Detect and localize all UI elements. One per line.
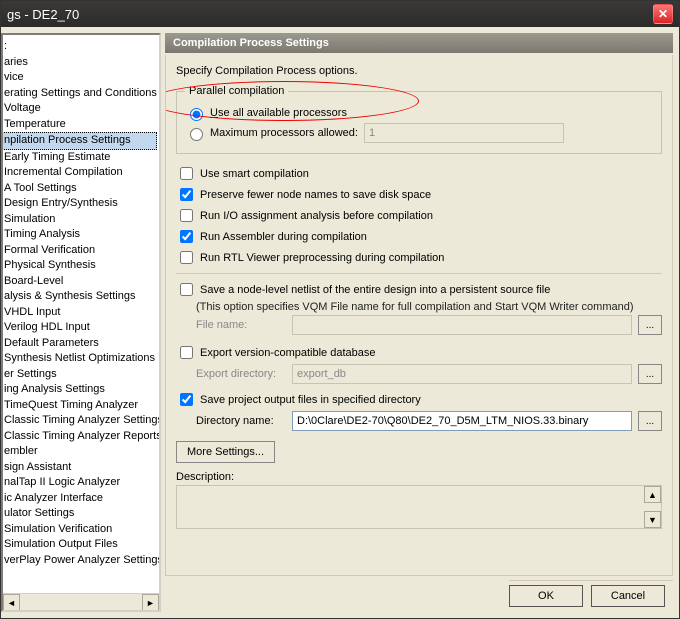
dirname-label: Directory name: (196, 415, 286, 427)
tree-item[interactable]: nalTap II Logic Analyzer (1, 475, 157, 491)
tree-item[interactable]: vice (1, 70, 157, 86)
run-rtl-check[interactable]: Run RTL Viewer preprocessing during comp… (176, 248, 444, 267)
settings-panel: Compilation Process Settings Specify Com… (165, 33, 673, 612)
category-tree: :ariesviceerating Settings and Condition… (1, 33, 161, 612)
tree-item[interactable]: ic Analyzer Interface (1, 491, 157, 507)
max-proc-radio-input[interactable] (190, 128, 203, 141)
smart-compilation-check[interactable]: Use smart compilation (176, 164, 309, 183)
tree-item[interactable]: TimeQuest Timing Analyzer (1, 398, 157, 414)
tree-item[interactable]: Default Parameters (1, 336, 157, 352)
tree-item[interactable]: Simulation (1, 212, 157, 228)
parallel-legend: Parallel compilation (185, 85, 288, 97)
tree-item[interactable]: Synthesis Netlist Optimizations (1, 351, 157, 367)
run-assembler-check[interactable]: Run Assembler during compilation (176, 227, 367, 246)
description-label: Description: (176, 471, 662, 483)
tree-item[interactable]: Formal Verification (1, 243, 157, 259)
filename-label: File name: (196, 319, 286, 331)
tree-item[interactable]: Temperature (1, 117, 157, 133)
desc-scroll-up[interactable]: ▲ (644, 486, 661, 503)
dirname-browse-button[interactable]: ... (638, 411, 662, 431)
save-netlist-note: (This option specifies VQM File name for… (196, 301, 662, 313)
exportdir-browse-button[interactable]: ... (638, 364, 662, 384)
close-button[interactable]: ✕ (653, 4, 673, 24)
tree-item[interactable]: ing Analysis Settings (1, 382, 157, 398)
filename-field (292, 315, 632, 335)
save-output-check[interactable]: Save project output files in specified d… (176, 390, 421, 409)
use-all-radio-input[interactable] (190, 108, 203, 121)
filename-browse-button[interactable]: ... (638, 315, 662, 335)
title-bar: gs - DE2_70 ✕ (1, 1, 679, 27)
tree-item[interactable]: Classic Timing Analyzer Reports (1, 429, 157, 445)
tree-item[interactable]: sign Assistant (1, 460, 157, 476)
tree-item[interactable]: Timing Analysis (1, 227, 157, 243)
tree-item[interactable]: ulator Settings (1, 506, 157, 522)
tree-item[interactable]: VHDL Input (1, 305, 157, 321)
tree-item[interactable]: Physical Synthesis (1, 258, 157, 274)
more-settings-button[interactable]: More Settings... (176, 441, 275, 463)
cancel-button[interactable]: Cancel (591, 585, 665, 607)
tree-item[interactable]: Design Entry/Synthesis (1, 196, 157, 212)
scroll-right-button[interactable]: ► (142, 594, 159, 611)
run-io-check[interactable]: Run I/O assignment analysis before compi… (176, 206, 433, 225)
tree-hscroll: ◄ ► (3, 593, 159, 610)
tree-item[interactable]: Incremental Compilation (1, 165, 157, 181)
button-bar: OK Cancel (509, 580, 673, 612)
use-all-processors-radio[interactable]: Use all available processors (185, 105, 347, 121)
desc-scroll-down[interactable]: ▼ (644, 511, 661, 528)
scroll-left-button[interactable]: ◄ (3, 594, 20, 611)
tree-item[interactable]: er Settings (1, 367, 157, 383)
max-processors-radio[interactable]: Maximum processors allowed: (185, 125, 358, 141)
tree-item[interactable]: erating Settings and Conditions (1, 86, 157, 102)
preserve-names-check[interactable]: Preserve fewer node names to save disk s… (176, 185, 431, 204)
tree-item[interactable]: Board-Level (1, 274, 157, 290)
description-box: ▲ ▼ (176, 485, 662, 529)
panel-title: Compilation Process Settings (165, 33, 673, 53)
tree-item[interactable]: Voltage (1, 101, 157, 117)
max-processors-field (364, 123, 564, 143)
parallel-compilation-group: Parallel compilation Use all available p… (176, 85, 662, 154)
tree-item[interactable]: : (1, 39, 157, 55)
save-netlist-check[interactable]: Save a node-level netlist of the entire … (176, 280, 550, 299)
tree-item[interactable]: Early Timing Estimate (1, 150, 157, 166)
tree-item[interactable]: Simulation Output Files (1, 537, 157, 553)
window-title: gs - DE2_70 (7, 7, 79, 22)
tree-item[interactable]: Simulation Verification (1, 522, 157, 538)
tree-item[interactable]: Classic Timing Analyzer Settings (1, 413, 157, 429)
ok-button[interactable]: OK (509, 585, 583, 607)
tree-item[interactable]: npilation Process Settings (1, 132, 157, 150)
exportdir-label: Export directory: (196, 368, 286, 380)
tree-item[interactable]: alysis & Synthesis Settings (1, 289, 157, 305)
tree-item[interactable]: embler (1, 444, 157, 460)
export-db-check[interactable]: Export version-compatible database (176, 343, 375, 362)
panel-intro: Specify Compilation Process options. (176, 65, 662, 77)
tree-item[interactable]: aries (1, 55, 157, 71)
tree-item[interactable]: verPlay Power Analyzer Settings (1, 553, 157, 569)
dirname-field[interactable] (292, 411, 632, 431)
work-area: :ariesviceerating Settings and Condition… (1, 27, 679, 618)
exportdir-field (292, 364, 632, 384)
tree-item[interactable]: Verilog HDL Input (1, 320, 157, 336)
tree-item[interactable]: A Tool Settings (1, 181, 157, 197)
max-proc-label: Maximum processors allowed: (210, 127, 358, 139)
